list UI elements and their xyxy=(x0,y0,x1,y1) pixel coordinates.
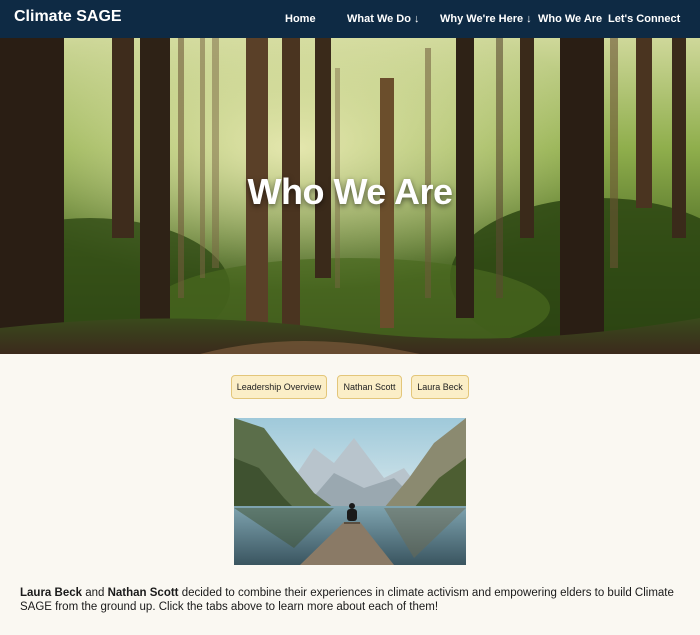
nav-what-we-do[interactable]: What We Do ↓ xyxy=(347,13,420,25)
mountain-lake-image xyxy=(234,418,466,565)
top-navbar: Climate SAGE Home What We Do ↓ Why We're… xyxy=(0,0,700,38)
name-nathan-scott: Nathan Scott xyxy=(107,587,179,599)
page-title: Who We Are xyxy=(247,171,453,212)
tab-laura-beck[interactable]: Laura Beck xyxy=(411,375,469,399)
connector-text: and xyxy=(82,587,108,599)
tab-leadership-overview[interactable]: Leadership Overview xyxy=(231,375,327,399)
hero-banner: Who We Are xyxy=(0,38,700,354)
name-laura-beck: Laura Beck xyxy=(20,587,83,599)
nav-lets-connect[interactable]: Let's Connect xyxy=(608,13,680,25)
bio-paragraph: Laura Beck and Nathan Scott decided to c… xyxy=(20,586,680,614)
mountain-lake-photo xyxy=(234,418,466,565)
tab-nathan-scott[interactable]: Nathan Scott xyxy=(337,375,402,399)
nav-home[interactable]: Home xyxy=(285,13,316,25)
nav-why-were-here[interactable]: Why We're Here ↓ xyxy=(440,13,532,25)
nav-who-we-are[interactable]: Who We Are xyxy=(538,13,602,25)
brand-logo[interactable]: Climate SAGE xyxy=(14,8,122,26)
